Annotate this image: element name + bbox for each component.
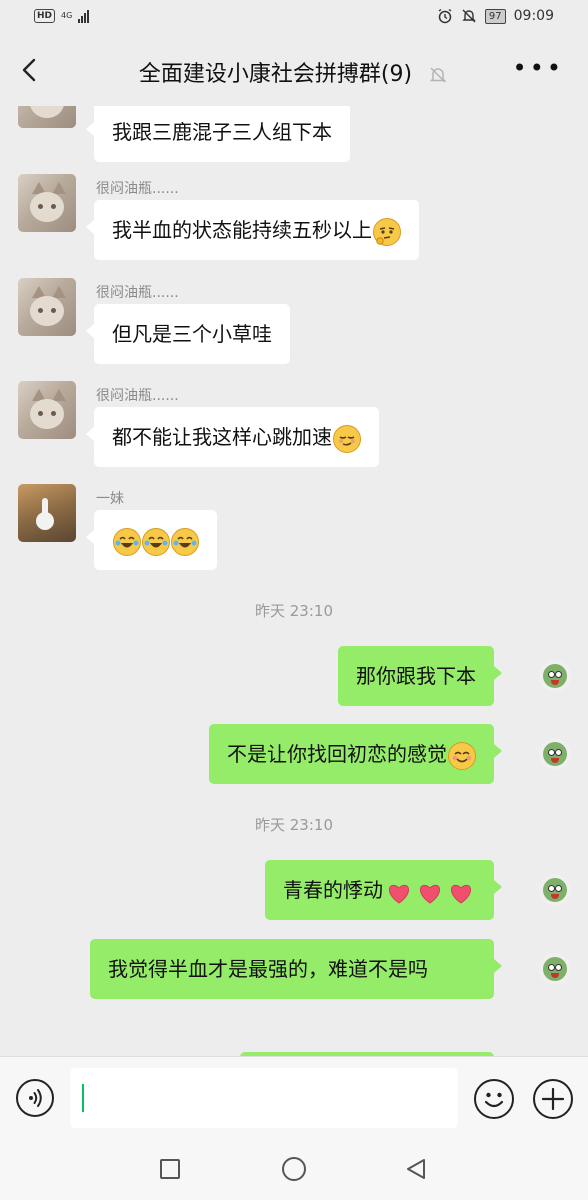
message-bubble[interactable]: 那你跟我下本: [338, 646, 502, 706]
battery-icon: 97: [484, 8, 506, 24]
heart-icon: [384, 878, 414, 906]
silent-icon: [462, 9, 476, 23]
heart-icon: [415, 878, 445, 906]
sender-name: 很闷油瓶......: [96, 388, 179, 404]
hd-badge: HD: [34, 9, 56, 23]
avatar[interactable]: [18, 106, 76, 128]
message-bubble[interactable]: 青春的悸动: [265, 860, 502, 920]
clock: 09:09: [513, 8, 554, 24]
heart-icon: [446, 878, 476, 906]
avatar[interactable]: [18, 484, 76, 542]
avatar[interactable]: [539, 874, 571, 906]
sender-name: 一妹: [96, 491, 124, 507]
emoji-icon[interactable]: [474, 1079, 514, 1119]
smirk-face-icon: [333, 424, 361, 453]
status-right: 97 09:09: [437, 8, 554, 24]
sender-name: 很闷油瓶......: [96, 181, 179, 197]
message-bubble[interactable]: [86, 510, 217, 570]
avatar[interactable]: [539, 953, 571, 985]
avatar[interactable]: [18, 174, 76, 232]
message-bubble[interactable]: 我半血的状态能持续五秒以上: [86, 200, 419, 260]
alarm-icon: [438, 8, 452, 24]
message-item: 很闷油瓶...... 但凡是三个小草哇: [0, 278, 588, 378]
message-input[interactable]: [70, 1068, 458, 1128]
bell-off-icon: [429, 67, 447, 83]
blush-face-icon: [448, 741, 476, 770]
avatar[interactable]: [539, 738, 571, 770]
input-bar: [0, 1056, 588, 1141]
message-item: 很闷油瓶...... 都不能让我这样心跳加速: [0, 381, 588, 481]
timestamp: 昨天 23:10: [255, 816, 333, 834]
message-item: 一妹: [0, 484, 588, 584]
sender-name: 很闷油瓶......: [96, 285, 179, 301]
status-bar: HD 4G 97 09:09: [0, 0, 588, 36]
text-cursor: [82, 1084, 84, 1112]
network-type: 4G: [61, 11, 73, 20]
triangle-back-icon[interactable]: [404, 1157, 428, 1181]
timestamp: 昨天 23:10: [255, 602, 333, 620]
message-item: 我觉得半血才是最强的，难道不是吗: [0, 939, 588, 1039]
message-list[interactable]: 我跟三鹿混子三人组下本 很闷油瓶...... 我半血的状态能持续五秒以上 很闷油…: [0, 106, 588, 1056]
square-icon[interactable]: [160, 1159, 180, 1179]
tears-of-joy-icon: [171, 527, 199, 556]
chat-title[interactable]: 全面建设小康社会拼搏群(9): [139, 62, 412, 87]
chat-header: 全面建设小康社会拼搏群(9) •••: [0, 36, 588, 106]
voice-icon[interactable]: [16, 1079, 54, 1117]
message-item: 我跟三鹿混子三人组下本: [0, 106, 588, 166]
avatar[interactable]: [18, 278, 76, 336]
tears-of-joy-icon: [142, 527, 170, 556]
circle-icon[interactable]: [282, 1157, 306, 1181]
signal-icon: [78, 9, 90, 23]
plus-icon[interactable]: [533, 1079, 573, 1119]
message-bubble[interactable]: 但凡是三个小草哇: [86, 304, 290, 364]
more-options-icon[interactable]: •••: [513, 56, 564, 80]
message-bubble[interactable]: 我跟三鹿混子三人组下本: [86, 106, 350, 162]
message-item: 青春的悸动: [0, 860, 588, 922]
avatar[interactable]: [18, 381, 76, 439]
message-bubble[interactable]: 都不能让我这样心跳加速: [86, 407, 379, 467]
status-left: HD 4G: [34, 9, 90, 23]
message-bubble[interactable]: 我觉得半血才是最强的，难道不是吗: [90, 939, 502, 999]
message-item: 那你跟我下本: [0, 646, 588, 708]
thinking-face-icon: [373, 217, 401, 246]
message-item: 不是让你找回初恋的感觉: [0, 724, 588, 786]
avatar[interactable]: [539, 660, 571, 692]
tears-of-joy-icon: [113, 527, 141, 556]
system-nav-bar: [0, 1140, 588, 1200]
message-bubble[interactable]: 不是让你找回初恋的感觉: [209, 724, 502, 784]
message-item: 很闷油瓶...... 我半血的状态能持续五秒以上: [0, 174, 588, 274]
